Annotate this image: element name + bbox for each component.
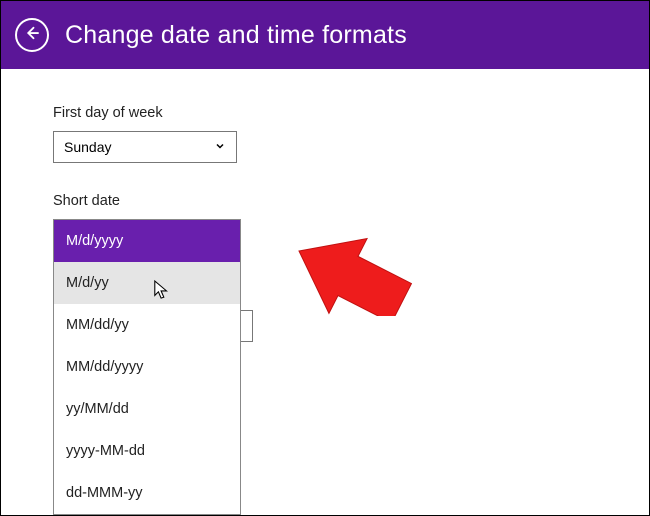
first-day-combobox[interactable]: Sunday	[53, 131, 237, 163]
back-button[interactable]	[15, 18, 49, 52]
short-date-label: Short date	[53, 193, 597, 209]
short-date-option[interactable]: M/d/yyyy	[54, 220, 240, 262]
short-date-option[interactable]: yyyy-MM-dd	[54, 430, 240, 472]
short-date-option[interactable]: MM/dd/yy	[54, 304, 240, 346]
header-bar: Change date and time formats	[1, 1, 649, 69]
short-date-option[interactable]: yy/MM/dd	[54, 388, 240, 430]
chevron-down-icon	[214, 140, 226, 155]
page-title: Change date and time formats	[65, 21, 407, 50]
short-date-dropdown[interactable]: M/d/yyyyM/d/yyMM/dd/yyMM/dd/yyyyyy/MM/dd…	[53, 219, 241, 515]
short-date-option[interactable]: dd-MMM-yy	[54, 472, 240, 514]
first-day-label: First day of week	[53, 105, 597, 121]
short-date-option[interactable]: M/d/yy	[54, 262, 240, 304]
back-arrow-icon	[23, 24, 41, 47]
first-day-value: Sunday	[64, 139, 111, 155]
content-area: First day of week Sunday Short date M/d/…	[1, 69, 649, 255]
short-date-option[interactable]: MM/dd/yyyy	[54, 346, 240, 388]
settings-pane: Change date and time formats First day o…	[0, 0, 650, 516]
